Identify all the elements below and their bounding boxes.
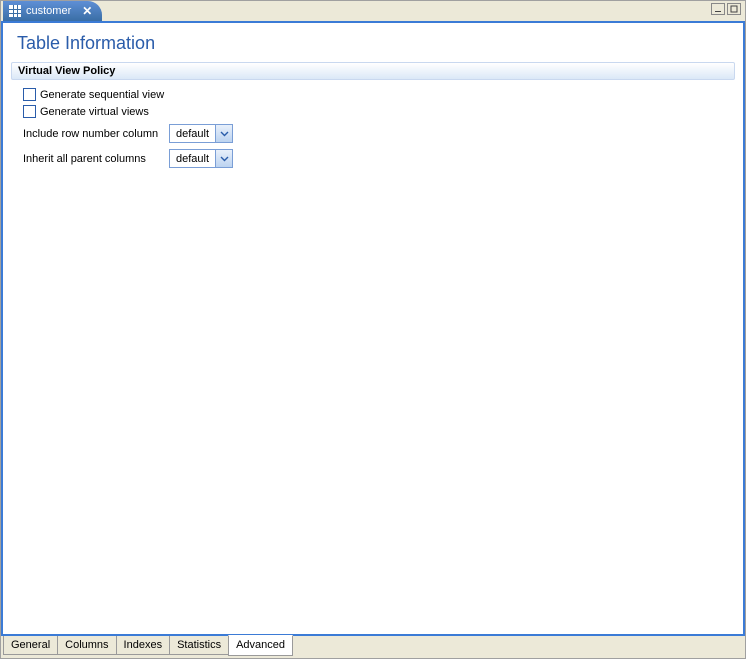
select-value: default (170, 153, 215, 165)
checkbox-label: Generate virtual views (40, 106, 149, 118)
maximize-button[interactable] (727, 3, 741, 15)
checkbox-label: Generate sequential view (40, 89, 164, 101)
field-label: Inherit all parent columns (23, 153, 163, 165)
content-area: Table Information Virtual View Policy Ge… (1, 23, 745, 636)
checkbox-generate-sequential-view[interactable]: Generate sequential view (23, 88, 727, 101)
select-value: default (170, 128, 215, 140)
top-editor-tab[interactable]: customer ✕ (3, 1, 102, 21)
titlebar: customer ✕ (1, 1, 745, 23)
tab-indexes[interactable]: Indexes (116, 636, 171, 655)
editor-window: customer ✕ Table Information Virtual Vie… (0, 0, 746, 659)
select-include-row-number[interactable]: default (169, 124, 233, 143)
tab-statistics[interactable]: Statistics (169, 636, 229, 655)
bottom-tabs: General Columns Indexes Statistics Advan… (1, 636, 745, 658)
tab-general[interactable]: General (3, 636, 58, 655)
checkbox-icon[interactable] (23, 88, 36, 101)
checkbox-icon[interactable] (23, 105, 36, 118)
minimize-button[interactable] (711, 3, 725, 15)
section-header: Virtual View Policy (11, 62, 735, 80)
page-title: Table Information (3, 23, 743, 62)
chevron-down-icon[interactable] (215, 125, 232, 142)
field-label: Include row number column (23, 128, 163, 140)
field-include-row-number: Include row number column default (23, 124, 727, 143)
select-inherit-parent-columns[interactable]: default (169, 149, 233, 168)
top-tab-label: customer (26, 5, 71, 17)
table-icon (9, 5, 21, 17)
tab-columns[interactable]: Columns (57, 636, 116, 655)
chevron-down-icon[interactable] (215, 150, 232, 167)
tab-advanced[interactable]: Advanced (228, 635, 293, 656)
section-body: Generate sequential view Generate virtua… (3, 80, 743, 176)
checkbox-generate-virtual-views[interactable]: Generate virtual views (23, 105, 727, 118)
field-inherit-parent-columns: Inherit all parent columns default (23, 149, 727, 168)
close-tab-icon[interactable]: ✕ (82, 4, 92, 18)
window-controls (711, 3, 741, 15)
